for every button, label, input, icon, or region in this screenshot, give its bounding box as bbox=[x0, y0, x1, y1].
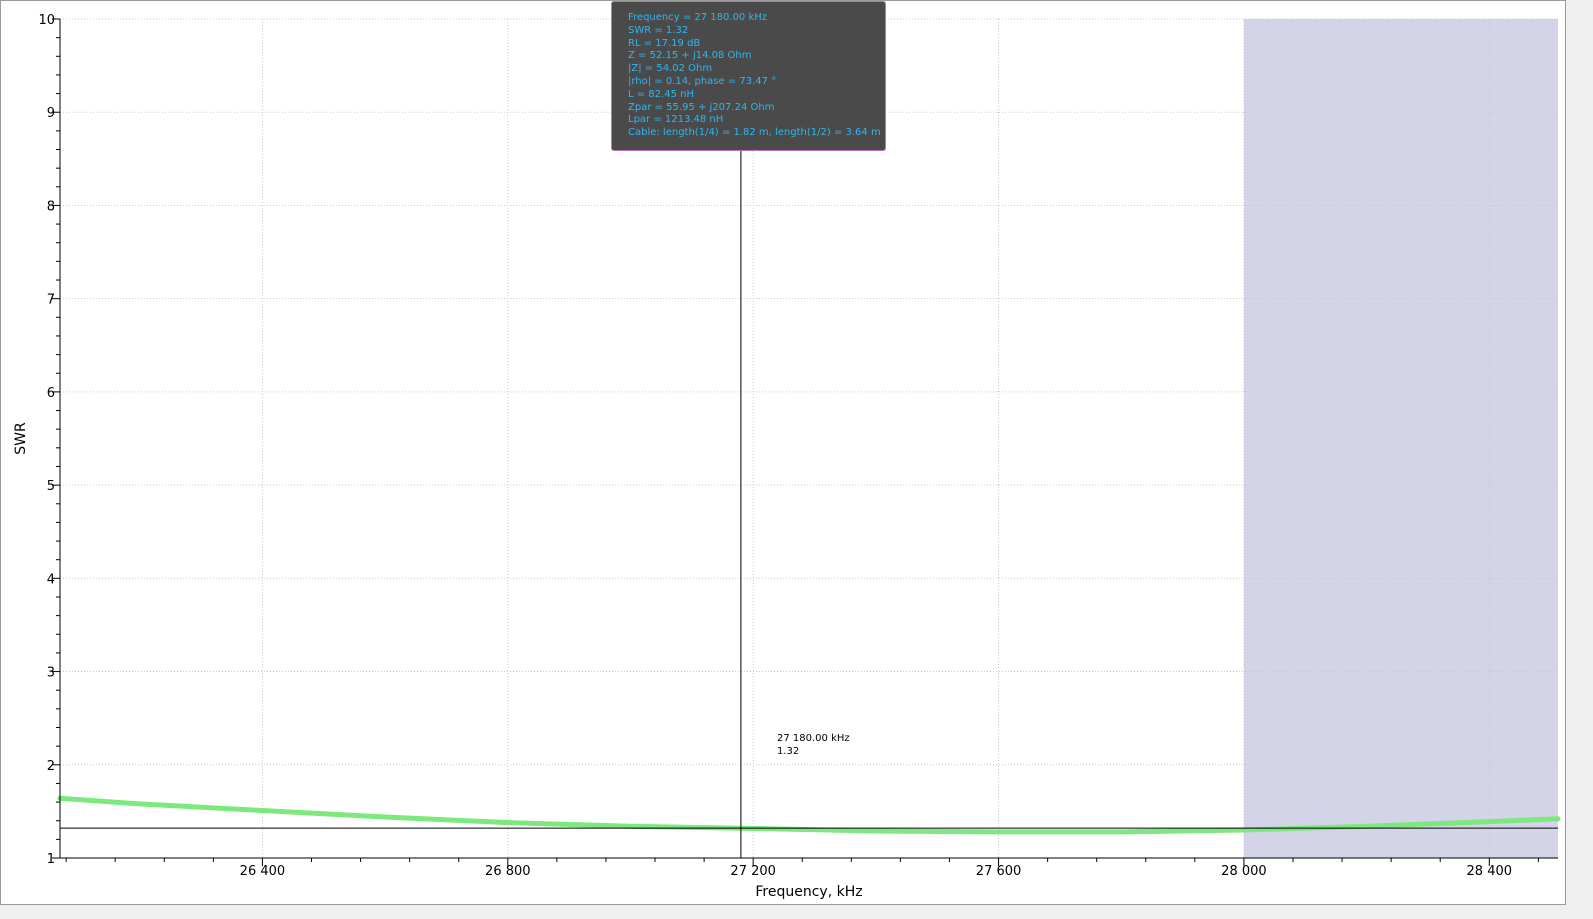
x-tick-label: 27 600 bbox=[976, 864, 1022, 879]
y-tick-label: 6 bbox=[47, 386, 55, 401]
y-tick-label: 4 bbox=[47, 572, 55, 587]
tooltip-line-cable: Cable: length(1/4) = 1.82 m, length(1/2)… bbox=[628, 127, 881, 139]
marker-label: 27 180.00 kHz 1.32 bbox=[777, 733, 850, 758]
y-tick-label: 3 bbox=[47, 666, 55, 681]
tooltip-line-zpar: Zpar = 55.95 + j207.24 Ohm bbox=[628, 101, 775, 113]
tooltip-line-z: Z = 52.15 + j14.08 Ohm bbox=[628, 50, 752, 62]
y-tick-label: 8 bbox=[47, 199, 55, 214]
y-tick-label: 5 bbox=[47, 479, 55, 494]
tooltip-line-frequency: Frequency = 27 180.00 kHz bbox=[628, 12, 768, 23]
marker-label-frequency: 27 180.00 kHz bbox=[777, 733, 850, 744]
y-tick-label: 10 bbox=[38, 13, 55, 28]
x-tick-label: 28 400 bbox=[1467, 864, 1513, 879]
tooltip-line-rl: RL = 17.19 dB bbox=[628, 37, 701, 49]
y-tick-label: 9 bbox=[47, 106, 55, 121]
tooltip-line-lpar: Lpar = 1213.48 nH bbox=[628, 114, 724, 126]
y-axis-title: SWR bbox=[13, 422, 29, 455]
x-tick-label: 28 000 bbox=[1221, 864, 1267, 879]
tooltip-line-rho: |rho| = 0.14, phase = 73.47 ° bbox=[628, 75, 777, 87]
x-tick-label: 27 200 bbox=[730, 864, 776, 879]
x-tick-label: 26 400 bbox=[240, 864, 286, 879]
y-tick-label: 1 bbox=[47, 852, 55, 867]
y-tick-label: 2 bbox=[47, 759, 55, 774]
marker-label-value: 1.32 bbox=[777, 745, 800, 757]
tooltip-line-z-magnitude: |Z| = 54.02 Ohm bbox=[628, 63, 713, 75]
y-tick-label: 7 bbox=[47, 293, 55, 308]
x-axis-title: Frequency, kHz bbox=[755, 884, 862, 900]
tooltip-line-l: L = 82.45 nH bbox=[628, 88, 694, 100]
marker-info-tooltip: Frequency = 27 180.00 kHz SWR = 1.32 RL … bbox=[611, 1, 886, 151]
tooltip-line-swr: SWR = 1.32 bbox=[628, 24, 689, 36]
highlight-band bbox=[1243, 19, 1558, 858]
x-tick-label: 26 800 bbox=[485, 864, 531, 879]
